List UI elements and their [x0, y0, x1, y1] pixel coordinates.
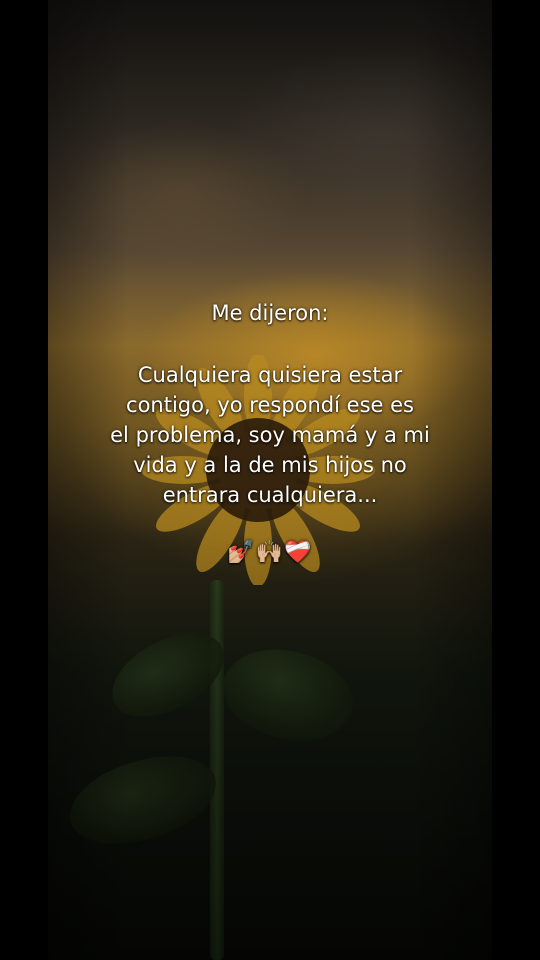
caption-body: Cualquiera quisiera estar contigo, yo re…: [48, 360, 492, 510]
caption-line: vida y a la de mis hijos no: [133, 453, 407, 477]
caption-line: el problema, soy mamá y a mi: [110, 423, 430, 447]
caption-title: Me dijeron:: [211, 301, 329, 325]
caption-line: entrara cualquiera...: [162, 483, 378, 507]
caption-line: contigo, yo respondí ese es: [126, 393, 414, 417]
video-frame: Me dijeron: Cualquiera quisiera estar co…: [0, 0, 540, 960]
emoji-row: 💅🏼🙌🏼❤️‍🩹: [227, 540, 313, 565]
caption-line: Cualquiera quisiera estar: [137, 363, 403, 387]
